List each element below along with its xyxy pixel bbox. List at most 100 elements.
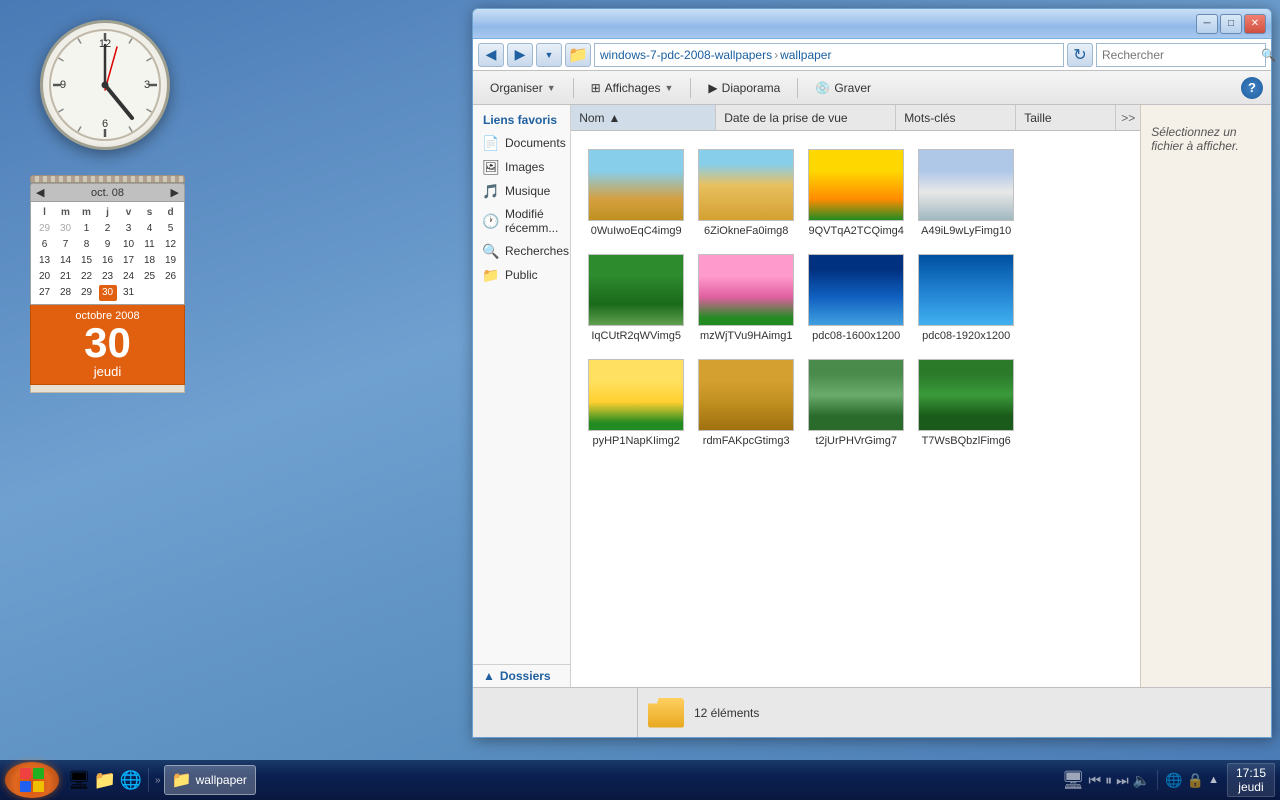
tray-icon-security[interactable]: 🔒 — [1187, 772, 1204, 789]
cal-day[interactable]: 14 — [57, 253, 75, 269]
file-item-5[interactable]: mzWjTVu9HAimg1 — [691, 246, 801, 351]
cal-day[interactable]: 29 — [78, 285, 96, 301]
cal-day[interactable]: 8 — [78, 237, 96, 253]
cal-day[interactable]: 21 — [57, 269, 75, 285]
dropdown-button[interactable]: ▼ — [536, 43, 562, 67]
search-icon[interactable]: 🔍 — [1261, 48, 1276, 62]
cal-day[interactable]: 24 — [120, 269, 138, 285]
back-button[interactable]: ◀ — [478, 43, 504, 67]
cal-day[interactable]: 15 — [78, 253, 96, 269]
file-item-1[interactable]: 6ZiOkneFa0img8 — [691, 141, 801, 246]
col-header-date[interactable]: Date de la prise de vue — [716, 105, 896, 130]
start-button[interactable] — [5, 762, 59, 798]
refresh-button[interactable]: ↻ — [1067, 43, 1093, 67]
cal-day[interactable] — [141, 285, 159, 301]
cal-day[interactable]: 12 — [162, 237, 180, 253]
cal-day[interactable]: 31 — [120, 285, 138, 301]
windows-explorer-btn[interactable]: 📁 — [93, 768, 117, 792]
col-header-name[interactable]: Nom ▲ — [571, 105, 716, 130]
path-segment-1[interactable]: windows-7-pdc-2008-wallpapers — [600, 48, 772, 62]
file-item-10[interactable]: t2jUrPHVrGimg7 — [801, 351, 911, 456]
music-icon: 🎵 — [483, 183, 499, 199]
system-clock[interactable]: 17:15 jeudi — [1227, 763, 1275, 797]
cal-day[interactable]: 7 — [57, 237, 75, 253]
cal-day[interactable]: 18 — [141, 253, 159, 269]
file-item-8[interactable]: pyHP1NapKIimg2 — [581, 351, 691, 456]
cal-day[interactable]: 13 — [36, 253, 54, 269]
prev-month-btn[interactable]: ◀ — [36, 186, 44, 199]
taskbar-wallpaper-btn[interactable]: 📁 wallpaper — [164, 765, 256, 795]
cal-day[interactable]: 20 — [36, 269, 54, 285]
cal-day[interactable] — [162, 285, 180, 301]
show-desktop-btn[interactable]: 🖥 — [67, 768, 91, 792]
file-item-0[interactable]: 0WuIwoEqC4img9 — [581, 141, 691, 246]
graver-icon: 💿 — [815, 81, 830, 95]
address-path[interactable]: windows-7-pdc-2008-wallpapers › wallpape… — [594, 43, 1064, 67]
minimize-button[interactable]: ─ — [1196, 14, 1218, 34]
cal-day[interactable]: 17 — [120, 253, 138, 269]
file-item-9[interactable]: rdmFAKpcGtimg3 — [691, 351, 801, 456]
help-button[interactable]: ? — [1241, 77, 1263, 99]
cal-day[interactable]: 9 — [99, 237, 117, 253]
search-box[interactable]: 🔍 — [1096, 43, 1266, 67]
maximize-button[interactable]: □ — [1220, 14, 1242, 34]
internet-explorer-btn[interactable]: 🌐 — [119, 768, 143, 792]
tray-icon-next[interactable]: ⏭ — [1116, 772, 1129, 789]
sidebar-item-searches[interactable]: 🔍 Recherches — [473, 239, 570, 263]
file-item-2[interactable]: 9QVTqA2TCQimg4 — [801, 141, 911, 246]
cal-day[interactable]: 6 — [36, 237, 54, 253]
cal-day[interactable]: 16 — [99, 253, 117, 269]
cal-header-l: l — [36, 205, 54, 221]
cal-day[interactable]: 23 — [99, 269, 117, 285]
diaporama-button[interactable]: ▶ Diaporama — [699, 75, 789, 101]
cal-day[interactable]: 3 — [120, 221, 138, 237]
cal-day[interactable]: 22 — [78, 269, 96, 285]
cal-day[interactable]: 2 — [99, 221, 117, 237]
path-segment-2[interactable]: wallpaper — [780, 48, 831, 62]
sidebar-item-music[interactable]: 🎵 Musique — [473, 179, 570, 203]
file-item-3[interactable]: A49iL9wLyFimg10 — [911, 141, 1021, 246]
col-header-more[interactable]: >> — [1116, 111, 1140, 125]
tray-icon-prev[interactable]: ⏮ — [1089, 772, 1102, 789]
col-date-label: Date de la prise de vue — [724, 111, 847, 125]
cal-day[interactable]: 25 — [141, 269, 159, 285]
search-input[interactable] — [1102, 48, 1257, 62]
col-header-size[interactable]: Taille — [1016, 105, 1116, 130]
cal-day[interactable]: 4 — [141, 221, 159, 237]
cal-day[interactable]: 26 — [162, 269, 180, 285]
tray-icon-play[interactable]: ⏸ — [1105, 772, 1112, 789]
sidebar-folders-collapse[interactable]: ▲ Dossiers — [473, 664, 570, 687]
col-header-keywords[interactable]: Mots-clés — [896, 105, 1016, 130]
sidebar-item-recent[interactable]: 🕐 Modifié récemm... — [473, 203, 570, 239]
affichages-button[interactable]: ⊞ Affichages ▼ — [582, 75, 683, 101]
sidebar-item-images[interactable]: 🖼 Images — [473, 155, 570, 179]
cal-day[interactable]: 27 — [36, 285, 54, 301]
forward-button[interactable]: ▶ — [507, 43, 533, 67]
graver-button[interactable]: 💿 Graver — [806, 75, 880, 101]
organiser-button[interactable]: Organiser ▼ — [481, 75, 565, 101]
file-item-4[interactable]: IqCUtR2qWVimg5 — [581, 246, 691, 351]
file-item-6[interactable]: pdc08-1600x1200 — [801, 246, 911, 351]
cal-day[interactable]: 29 — [36, 221, 54, 237]
calendar-month-nav[interactable]: ◀ oct. 08 ▶ — [30, 183, 185, 201]
close-button[interactable]: ✕ — [1244, 14, 1266, 34]
tray-icon-screen[interactable]: 🖥 — [1062, 770, 1085, 791]
next-month-btn[interactable]: ▶ — [171, 186, 179, 199]
cal-day[interactable]: 1 — [78, 221, 96, 237]
cal-day[interactable]: 30 — [57, 221, 75, 237]
tray-show-hidden[interactable]: ▲ — [1208, 774, 1219, 786]
cal-day[interactable]: 5 — [162, 221, 180, 237]
tray-icon-network[interactable]: 🌐 — [1165, 772, 1182, 789]
cal-day[interactable]: 19 — [162, 253, 180, 269]
cal-day[interactable]: 10 — [120, 237, 138, 253]
tray-icon-volume[interactable]: 🔈 — [1133, 772, 1150, 789]
thumbnail-6 — [808, 254, 904, 326]
thumbnail-1 — [698, 149, 794, 221]
cal-day-today[interactable]: 30 — [99, 285, 117, 301]
file-item-11[interactable]: T7WsBQbzlFimg6 — [911, 351, 1021, 456]
sidebar-item-public[interactable]: 📁 Public — [473, 263, 570, 287]
file-item-7[interactable]: pdc08-1920x1200 — [911, 246, 1021, 351]
cal-day[interactable]: 28 — [57, 285, 75, 301]
cal-day[interactable]: 11 — [141, 237, 159, 253]
sidebar-item-documents[interactable]: 📄 Documents — [473, 131, 570, 155]
